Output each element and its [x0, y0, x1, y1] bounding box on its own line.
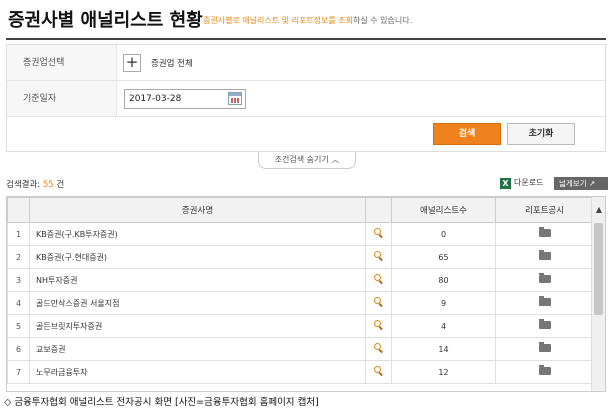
firm-select-row: 증권업선택 + 증권업 전체 — [7, 45, 605, 81]
firm-name[interactable]: NH투자증권 — [29, 268, 366, 292]
table-row[interactable]: 5 골든브릿지투자증권 4 — [7, 314, 594, 338]
result-count-number: 55 — [42, 180, 54, 190]
folder-icon[interactable] — [538, 227, 551, 237]
magnifier-cell[interactable] — [365, 337, 392, 361]
firm-name[interactable]: 노무라금융투자 — [29, 360, 366, 384]
report-cell[interactable] — [495, 314, 594, 338]
report-cell[interactable] — [495, 245, 594, 269]
firm-select-label: 증권업선택 — [7, 45, 117, 80]
report-cell[interactable] — [495, 360, 594, 384]
magnifier-cell[interactable] — [365, 268, 392, 292]
page-header: 증권사별 애널리스트 현황 증권사별로 애널리스트 및 리포트정보를 조회하실 … — [6, 0, 606, 40]
row-index: 2 — [7, 245, 30, 269]
table-row[interactable]: 6 교보증권 14 — [7, 337, 594, 361]
table-row[interactable]: 4 골드만삭스증권 서울지점 9 — [7, 291, 594, 315]
download-button[interactable]: X 다운로드 — [500, 177, 543, 189]
calendar-icon[interactable] — [228, 92, 242, 105]
table-scrollbar[interactable]: ▲ — [591, 197, 605, 391]
folder-icon[interactable] — [538, 250, 551, 260]
result-count: 검색결과: 55 건 — [6, 178, 64, 190]
search-button[interactable]: 검색 — [433, 123, 501, 145]
image-caption: ◇ 금융투자협회 애널리스트 전자공시 화면 [사진=금융투자협회 홈페이지 캡… — [4, 397, 319, 408]
report-cell[interactable] — [495, 291, 594, 315]
table-header-row: 증권사명 애널리스트수 리포트공시 — [7, 197, 594, 223]
reset-button[interactable]: 초기화 — [507, 123, 575, 145]
magnifier-cell[interactable] — [365, 222, 392, 246]
table-row[interactable]: 7 노무라금융투자 12 — [7, 360, 594, 384]
col-report: 리포트공시 — [495, 197, 594, 223]
wide-view-label: 넓게보기 — [559, 179, 587, 188]
arrow-up-right-icon: ↗ — [589, 179, 596, 188]
analyst-count: 4 — [391, 314, 496, 338]
date-label: 기준일자 — [7, 81, 117, 116]
wide-view-button[interactable]: 넓게보기 ↗ — [554, 177, 608, 190]
analyst-table: 증권사명 애널리스트수 리포트공시 1 KB증권(구.KB투자증권) 0 2 KB증권(… — [6, 196, 606, 392]
magnifier-icon[interactable] — [373, 251, 384, 261]
analyst-count: 0 — [391, 222, 496, 246]
download-label: 다운로드 — [514, 178, 544, 187]
magnifier-icon[interactable] — [373, 228, 384, 238]
analyst-count: 12 — [391, 360, 496, 384]
row-index: 3 — [7, 268, 30, 292]
folder-icon[interactable] — [538, 319, 551, 329]
folder-icon[interactable] — [538, 365, 551, 375]
excel-icon: X — [500, 178, 511, 189]
firm-name[interactable]: 골드만삭스증권 서울지점 — [29, 291, 366, 315]
date-row: 기준일자 — [7, 81, 605, 117]
folder-icon[interactable] — [538, 342, 551, 352]
firm-name[interactable]: KB증권(구.KB투자증권) — [29, 222, 366, 246]
col-analyst-count: 애널리스트수 — [391, 197, 496, 223]
magnifier-cell[interactable] — [365, 360, 392, 384]
magnifier-icon[interactable] — [373, 343, 384, 353]
scroll-thumb[interactable] — [594, 223, 603, 315]
magnifier-icon[interactable] — [373, 366, 384, 376]
firm-name[interactable]: 골든브릿지투자증권 — [29, 314, 366, 338]
analyst-count: 14 — [391, 337, 496, 361]
analyst-count: 80 — [391, 268, 496, 292]
magnifier-icon[interactable] — [373, 320, 384, 330]
page-subtitle: 증권사별로 애널리스트 및 리포트정보를 조회하실 수 있습니다. — [203, 15, 412, 26]
collapse-search-toggle[interactable]: 조건검색 숨기기 ︿ — [258, 152, 356, 169]
row-index: 4 — [7, 291, 30, 315]
row-index: 7 — [7, 360, 30, 384]
subtitle-highlight: 증권사별로 애널리스트 및 리포트정보를 조회 — [203, 16, 354, 25]
chevron-up-icon: ︿ — [331, 155, 340, 164]
table-body: 1 KB증권(구.KB투자증권) 0 2 KB증권(구.현대증권) 65 3 NH투자증권 80… — [7, 222, 594, 384]
firm-name[interactable]: KB증권(구.현대증권) — [29, 245, 366, 269]
col-index — [7, 197, 30, 223]
collapse-label: 조건검색 숨기기 — [274, 155, 329, 164]
report-cell[interactable] — [495, 337, 594, 361]
search-form: 증권업선택 + 증권업 전체 기준일자 검색 초기화 — [6, 44, 606, 152]
magnifier-icon[interactable] — [373, 274, 384, 284]
firm-select-value: 증권업 전체 — [151, 59, 193, 69]
folder-icon[interactable] — [538, 296, 551, 306]
magnifier-icon[interactable] — [373, 297, 384, 307]
subtitle-rest: 하실 수 있습니다. — [353, 16, 413, 25]
page-title: 증권사별 애널리스트 현황 — [8, 10, 203, 31]
magnifier-cell[interactable] — [365, 314, 392, 338]
report-cell[interactable] — [495, 222, 594, 246]
table-row[interactable]: 1 KB증권(구.KB투자증권) 0 — [7, 222, 594, 246]
analyst-count: 9 — [391, 291, 496, 315]
analyst-table-grid: 증권사명 애널리스트수 리포트공시 1 KB증권(구.KB투자증권) 0 2 KB증권(… — [7, 197, 594, 384]
col-firm-search — [365, 197, 392, 223]
magnifier-cell[interactable] — [365, 291, 392, 315]
row-index: 5 — [7, 314, 30, 338]
result-count-unit: 건 — [56, 180, 65, 190]
analyst-count: 65 — [391, 245, 496, 269]
table-row[interactable]: 3 NH투자증권 80 — [7, 268, 594, 292]
row-index: 6 — [7, 337, 30, 361]
firm-add-button[interactable]: + — [123, 54, 141, 72]
table-row[interactable]: 2 KB증권(구.현대증권) 65 — [7, 245, 594, 269]
col-firm-name: 증권사명 — [29, 197, 366, 223]
row-index: 1 — [7, 222, 30, 246]
result-count-label: 검색결과: — [6, 180, 41, 190]
magnifier-cell[interactable] — [365, 245, 392, 269]
folder-icon[interactable] — [538, 273, 551, 283]
scroll-up-icon[interactable]: ▲ — [592, 205, 605, 215]
firm-name[interactable]: 교보증권 — [29, 337, 366, 361]
report-cell[interactable] — [495, 268, 594, 292]
